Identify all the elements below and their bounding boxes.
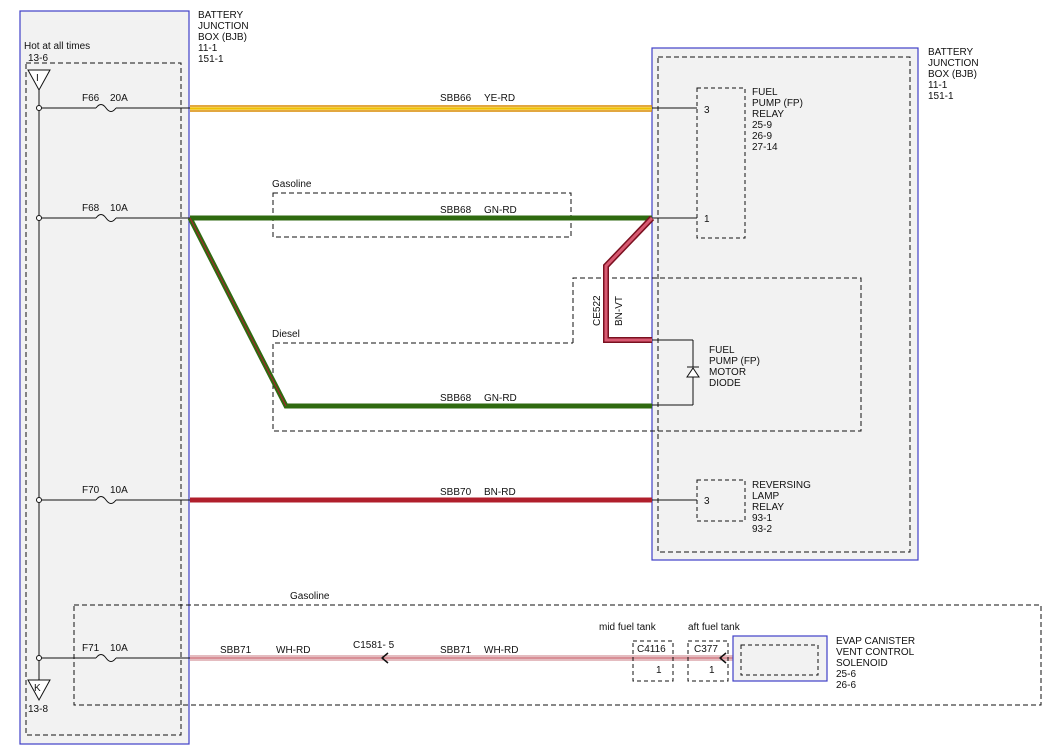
wire-sbb68-gas-color: GN-RD xyxy=(484,205,517,216)
fuel-pump-relay-label-6: 27-14 xyxy=(752,142,778,153)
reversing-lamp-relay-label-5: 93-2 xyxy=(752,524,772,535)
wire-sbb68-diesel-stripe xyxy=(189,217,287,407)
wire-sbb66-color: YE-RD xyxy=(484,93,515,104)
fuse-f68-id: F68 xyxy=(82,203,100,214)
reversing-lamp-relay-label-3: RELAY xyxy=(752,502,784,513)
wire-sbb71-b-circuit: SBB71 xyxy=(440,645,472,656)
wire-sbb68-diesel-color: GN-RD xyxy=(484,393,517,404)
evap-solenoid-label-2: VENT CONTROL xyxy=(836,647,915,658)
bjb-right-title-3: BOX (BJB) xyxy=(928,69,977,80)
variant-label-diesel: Diesel xyxy=(272,329,300,340)
wire-ce522 xyxy=(604,216,654,342)
evap-solenoid-box xyxy=(732,635,828,682)
c377-name: C377 xyxy=(694,644,718,655)
bjb-left-title-1: BATTERY xyxy=(198,10,244,21)
fuel-pump-relay-label-2: PUMP (FP) xyxy=(752,98,803,109)
fuel-pump-relay-pin-1: 1 xyxy=(704,214,710,225)
fuel-pump-relay-label-3: RELAY xyxy=(752,109,784,120)
wire-sbb70-circuit: SBB70 xyxy=(440,487,472,498)
c1581-label: C1581- 5 xyxy=(353,640,395,651)
wire-sbb66 xyxy=(190,105,652,112)
wire-ce522-color: BN-VT xyxy=(614,296,625,326)
evap-solenoid-label-3: SOLENOID xyxy=(836,658,888,669)
fuel-pump-relay-label-5: 26-9 xyxy=(752,131,772,142)
wire-sbb66-circuit: SBB66 xyxy=(440,93,472,104)
fuse-f70-id: F70 xyxy=(82,485,100,496)
fuse-f70-rating: 10A xyxy=(110,485,128,496)
evap-solenoid-label-1: EVAP CANISTER xyxy=(836,636,915,647)
c4116-pin: 1 xyxy=(656,665,662,676)
fuel-pump-relay-label-1: FUEL xyxy=(752,87,778,98)
reversing-lamp-relay-pin-3: 3 xyxy=(704,496,710,507)
reversing-lamp-relay-label-4: 93-1 xyxy=(752,513,772,524)
wiring-diagram: BATTERY JUNCTION BOX (BJB) 11-1 151-1 Ho… xyxy=(19,10,1042,745)
wire-ce522-circuit: CE522 xyxy=(592,295,603,326)
fuse-f71-id: F71 xyxy=(82,643,100,654)
bjb-right-title-2: JUNCTION xyxy=(928,58,979,69)
diode-label-2: PUMP (FP) xyxy=(709,356,760,367)
bjb-left-title-4: 11-1 xyxy=(198,43,218,54)
reversing-lamp-relay-label-1: REVERSING xyxy=(752,480,811,491)
bjb-right-title-1: BATTERY xyxy=(928,47,974,58)
diode-label-1: FUEL xyxy=(709,345,735,356)
c377-location: aft fuel tank xyxy=(688,622,741,633)
bottom-connector-ref: 13-8 xyxy=(28,704,48,715)
variant-label-gasoline-bottom: Gasoline xyxy=(290,591,330,602)
c4116-location: mid fuel tank xyxy=(599,622,657,633)
wire-sbb68-diesel xyxy=(187,216,652,409)
wire-sbb70-color: BN-RD xyxy=(484,487,516,498)
bjb-right-title-5: 151-1 xyxy=(928,91,954,102)
fuse-f68-rating: 10A xyxy=(110,203,128,214)
wire-sbb71-b-color: WH-RD xyxy=(484,645,518,656)
c377-pin: 1 xyxy=(709,665,715,676)
variant-label-gasoline-top: Gasoline xyxy=(272,179,312,190)
diode-label-4: DIODE xyxy=(709,378,741,389)
bjb-left-box xyxy=(19,10,190,745)
bjb-left-title-3: BOX (BJB) xyxy=(198,32,247,43)
bjb-left-title-5: 151-1 xyxy=(198,54,224,65)
fuse-f66-rating: 20A xyxy=(110,93,128,104)
top-connector-letter: I xyxy=(36,73,39,84)
wire-sbb71-a-color: WH-RD xyxy=(276,645,310,656)
bjb-right-title-4: 11-1 xyxy=(928,80,948,91)
c4116-name: C4116 xyxy=(637,644,666,655)
fuel-pump-relay-pin-3: 3 xyxy=(704,105,710,116)
wire-sbb71-a-circuit: SBB71 xyxy=(220,645,252,656)
evap-solenoid-label-5: 26-6 xyxy=(836,680,856,691)
diode-label-3: MOTOR xyxy=(709,367,746,378)
wire-ce522-outline xyxy=(603,215,655,343)
hot-at-all-times-label: Hot at all times xyxy=(24,41,90,52)
fuse-f71-rating: 10A xyxy=(110,643,128,654)
top-connector-ref: 13-6 xyxy=(28,53,48,64)
evap-solenoid-label-4: 25-6 xyxy=(836,669,856,680)
wire-sbb68-diesel-circuit: SBB68 xyxy=(440,393,472,404)
wire-sbb71 xyxy=(190,655,733,661)
wire-sbb68-gas-circuit: SBB68 xyxy=(440,205,472,216)
reversing-lamp-relay-label-2: LAMP xyxy=(752,491,780,502)
bottom-connector-letter: K xyxy=(34,683,41,694)
bjb-left-title-2: JUNCTION xyxy=(198,21,249,32)
fuel-pump-relay-label-4: 25-9 xyxy=(752,120,772,131)
fuse-f66-id: F66 xyxy=(82,93,100,104)
gasoline-variant-box-top xyxy=(272,192,572,238)
